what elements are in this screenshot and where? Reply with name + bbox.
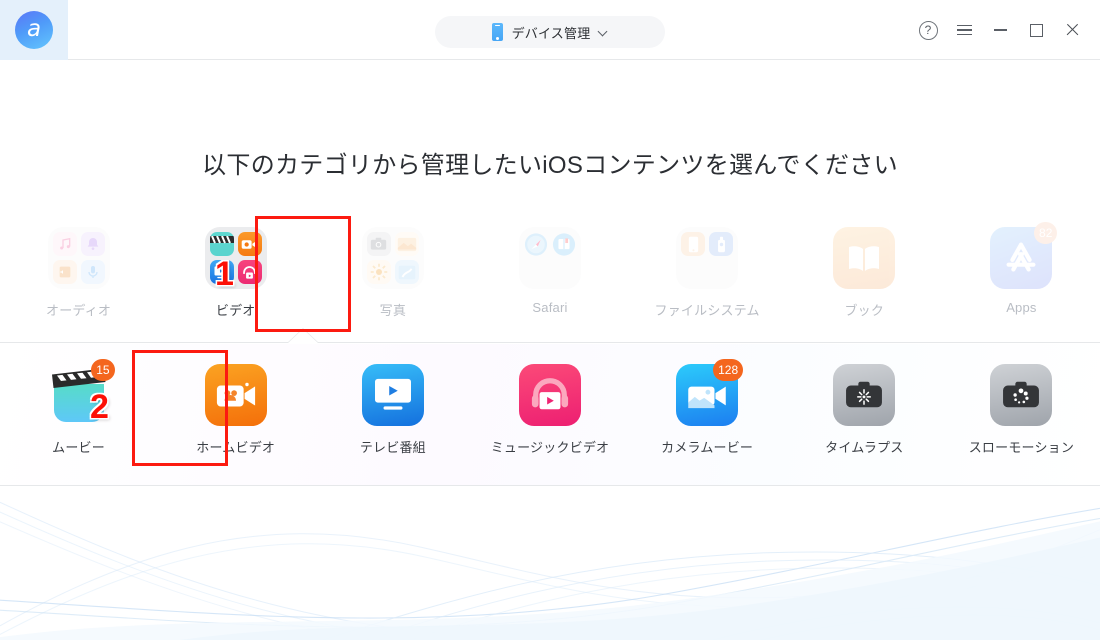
title-bar: a デバイス管理 ? (0, 0, 1100, 60)
category-item-audio[interactable]: オーディオ (0, 215, 157, 342)
badge-count: 82 (1034, 222, 1058, 244)
phone-icon (491, 23, 503, 41)
subcategory-label: タイムラプス (825, 440, 904, 455)
category-label: 写真 (379, 303, 407, 318)
device-management-label: デバイス管理 (511, 25, 591, 41)
category-label: ブック (844, 303, 885, 318)
close-button[interactable] (1054, 10, 1090, 50)
subcategory-item-home-videos[interactable]: ホームビデオ (157, 344, 314, 485)
app-logo-icon: a (15, 11, 53, 49)
hamburger-menu-icon (956, 24, 972, 36)
app-logo-glyph: a (26, 15, 42, 42)
minimize-button[interactable] (982, 10, 1018, 50)
subcategory-item-timelapse[interactable]: タイムラプス (786, 344, 943, 485)
category-item-safari[interactable]: Safari (471, 215, 628, 342)
page-title: 以下のカテゴリから管理したいiOSコンテンツを選んでください (202, 152, 898, 179)
clapperboard-icon: 15 (48, 359, 115, 426)
category-item-photos[interactable]: 写真 (314, 215, 471, 342)
tv-icon (361, 364, 424, 426)
close-icon (1065, 23, 1080, 38)
slowmotion-camera-icon (990, 364, 1053, 426)
help-icon: ? (918, 20, 938, 40)
maximize-icon (1029, 23, 1043, 37)
decorative-wave-background (0, 487, 1100, 640)
subcategory-label: ムービー (52, 440, 105, 455)
photos-folder-icon (361, 227, 424, 289)
timelapse-camera-icon (833, 364, 896, 426)
category-item-apps[interactable]: 82 Apps (943, 215, 1100, 342)
badge-count: 128 (713, 359, 744, 381)
appstore-icon: 82 (990, 222, 1058, 289)
app-window: a デバイス管理 ? 以下のカテゴリから管理したいiOSコンテンツを選んでくださ… (0, 0, 1100, 640)
app-logo-panel[interactable]: a (0, 0, 68, 60)
subcategory-row: 15 ムービー ホームビデオ テレビ番組 ミュージックビデオ 128 カメラムー… (0, 344, 1100, 486)
menu-button[interactable] (946, 10, 982, 50)
category-item-video[interactable]: ビデオ (157, 215, 314, 342)
category-row: オーディオ ビデオ 写真 Safari ファイルシステム ブック 82 Apps (0, 215, 1100, 343)
subcategory-label: カメラムービー (661, 440, 754, 455)
camera-movie-icon: 128 (676, 359, 744, 426)
badge-count: 15 (91, 359, 115, 381)
category-label: ビデオ (215, 303, 256, 318)
subcategory-label: ミュージックビデオ (490, 440, 610, 455)
camcorder-icon (204, 364, 267, 426)
category-label: オーディオ (46, 303, 112, 318)
window-controls: ? (910, 0, 1090, 60)
video-folder-icon (204, 227, 267, 289)
help-button[interactable]: ? (910, 10, 946, 50)
subcategory-label: テレビ番組 (359, 440, 426, 455)
books-icon (833, 227, 896, 289)
maximize-button[interactable] (1018, 10, 1054, 50)
filesystem-folder-icon (676, 227, 739, 289)
subcategory-item-tv-shows[interactable]: テレビ番組 (314, 344, 471, 485)
category-label: Apps (1006, 300, 1037, 315)
audio-folder-icon (47, 227, 110, 289)
subcategory-item-movies[interactable]: 15 ムービー (0, 344, 157, 485)
device-management-button[interactable]: デバイス管理 (435, 16, 665, 48)
chevron-down-icon (599, 28, 608, 37)
category-item-books[interactable]: ブック (786, 215, 943, 342)
subcategory-item-slowmotion[interactable]: スローモーション (943, 344, 1100, 485)
subcategory-item-camera-movies[interactable]: 128 カメラムービー (629, 344, 786, 485)
category-label: ファイルシステム (654, 303, 760, 318)
subcategory-label: ホームビデオ (196, 440, 276, 455)
subcategory-label: スローモーション (968, 440, 1075, 455)
minimize-icon (993, 29, 1007, 31)
safari-folder-icon (518, 227, 581, 289)
music-video-icon (518, 364, 581, 426)
category-label: Safari (532, 300, 568, 315)
category-item-filesystem[interactable]: ファイルシステム (629, 215, 786, 342)
subcategory-item-music-videos[interactable]: ミュージックビデオ (471, 344, 628, 485)
